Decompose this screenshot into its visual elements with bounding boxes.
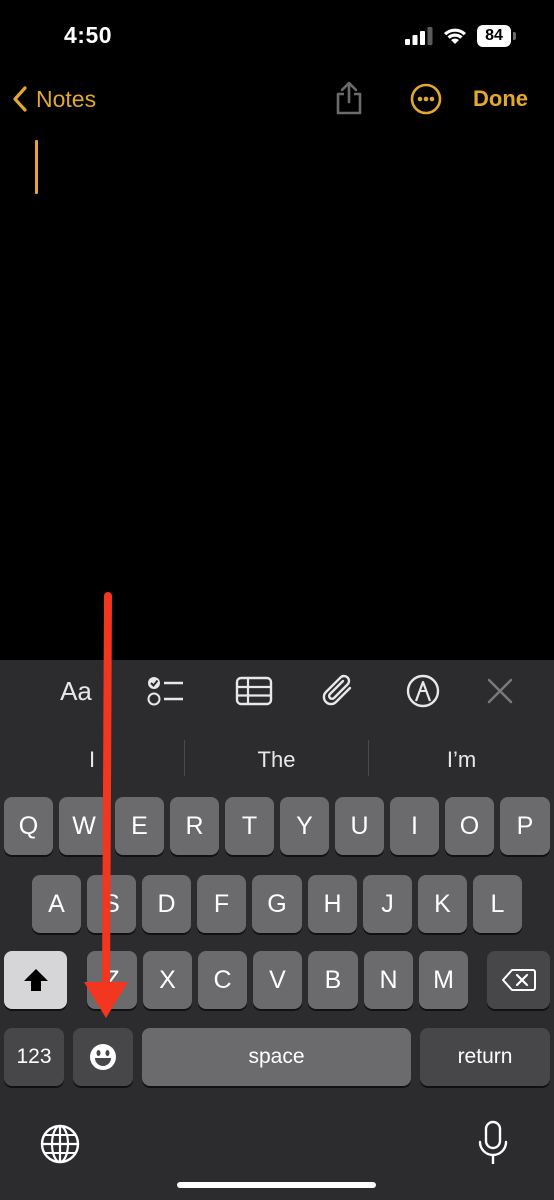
return-key[interactable]: return — [420, 1028, 550, 1086]
key-x[interactable]: X — [143, 951, 192, 1009]
delete-key[interactable] — [487, 951, 550, 1009]
key-v[interactable]: V — [253, 951, 302, 1009]
key-a[interactable]: A — [32, 875, 81, 933]
checklist-button[interactable] — [142, 660, 188, 722]
text-cursor — [35, 140, 38, 194]
key-n[interactable]: N — [364, 951, 413, 1009]
key-i[interactable]: I — [390, 797, 439, 855]
chevron-left-icon — [13, 86, 27, 112]
key-g[interactable]: G — [252, 875, 302, 933]
key-c[interactable]: C — [198, 951, 247, 1009]
close-toolbar-button[interactable] — [482, 660, 518, 722]
attachment-icon — [322, 674, 352, 706]
key-p[interactable]: P — [500, 797, 550, 855]
key-d[interactable]: D — [142, 875, 191, 933]
suggestion-2[interactable]: The — [185, 744, 368, 776]
battery-level: 84 — [477, 25, 511, 47]
key-b[interactable]: B — [308, 951, 358, 1009]
space-key[interactable]: space — [142, 1028, 411, 1086]
key-h[interactable]: H — [308, 875, 357, 933]
key-l[interactable]: L — [473, 875, 522, 933]
close-icon — [487, 678, 513, 704]
key-f[interactable]: F — [197, 875, 246, 933]
key-r[interactable]: R — [170, 797, 219, 855]
key-o[interactable]: O — [445, 797, 494, 855]
key-z[interactable]: Z — [87, 951, 137, 1009]
signal-icon — [405, 27, 433, 45]
key-u[interactable]: U — [335, 797, 384, 855]
key-t[interactable]: T — [225, 797, 274, 855]
emoji-key[interactable] — [73, 1028, 133, 1086]
key-y[interactable]: Y — [280, 797, 329, 855]
shift-key[interactable] — [4, 951, 67, 1009]
more-icon[interactable] — [410, 83, 442, 115]
table-icon — [235, 676, 273, 706]
done-button[interactable]: Done — [473, 86, 528, 112]
numbers-key[interactable]: 123 — [4, 1028, 64, 1086]
format-button[interactable]: Aa — [52, 660, 100, 722]
key-k[interactable]: K — [418, 875, 467, 933]
markup-button[interactable] — [402, 660, 444, 722]
delete-icon — [501, 969, 536, 991]
key-s[interactable]: S — [87, 875, 136, 933]
key-m[interactable]: M — [419, 951, 468, 1009]
checklist-icon — [147, 677, 183, 706]
microphone-icon — [478, 1120, 508, 1164]
formatting-toolbar: Aa — [0, 660, 554, 722]
back-button[interactable]: Notes — [12, 84, 96, 114]
key-j[interactable]: J — [363, 875, 412, 933]
home-indicator — [177, 1182, 376, 1188]
globe-button[interactable] — [38, 1122, 82, 1166]
keyboard: I The I’m Q W E R T Y U I O P A S D F G … — [0, 722, 554, 1200]
key-w[interactable]: W — [59, 797, 109, 855]
shift-icon — [23, 969, 48, 991]
markup-icon — [406, 674, 440, 708]
wifi-icon — [444, 28, 466, 44]
suggestion-1[interactable]: I — [0, 744, 184, 776]
battery-indicator: 84 — [477, 25, 517, 47]
key-q[interactable]: Q — [4, 797, 53, 855]
table-button[interactable] — [231, 660, 277, 722]
key-e[interactable]: E — [115, 797, 164, 855]
share-icon[interactable] — [334, 80, 364, 116]
emoji-icon — [90, 1044, 116, 1070]
dictation-button[interactable] — [476, 1120, 510, 1168]
globe-icon — [40, 1124, 80, 1164]
status-time: 4:50 — [64, 22, 113, 48]
attachment-button[interactable] — [318, 660, 360, 722]
back-label: Notes — [36, 85, 97, 112]
suggestion-3[interactable]: I’m — [369, 744, 554, 776]
